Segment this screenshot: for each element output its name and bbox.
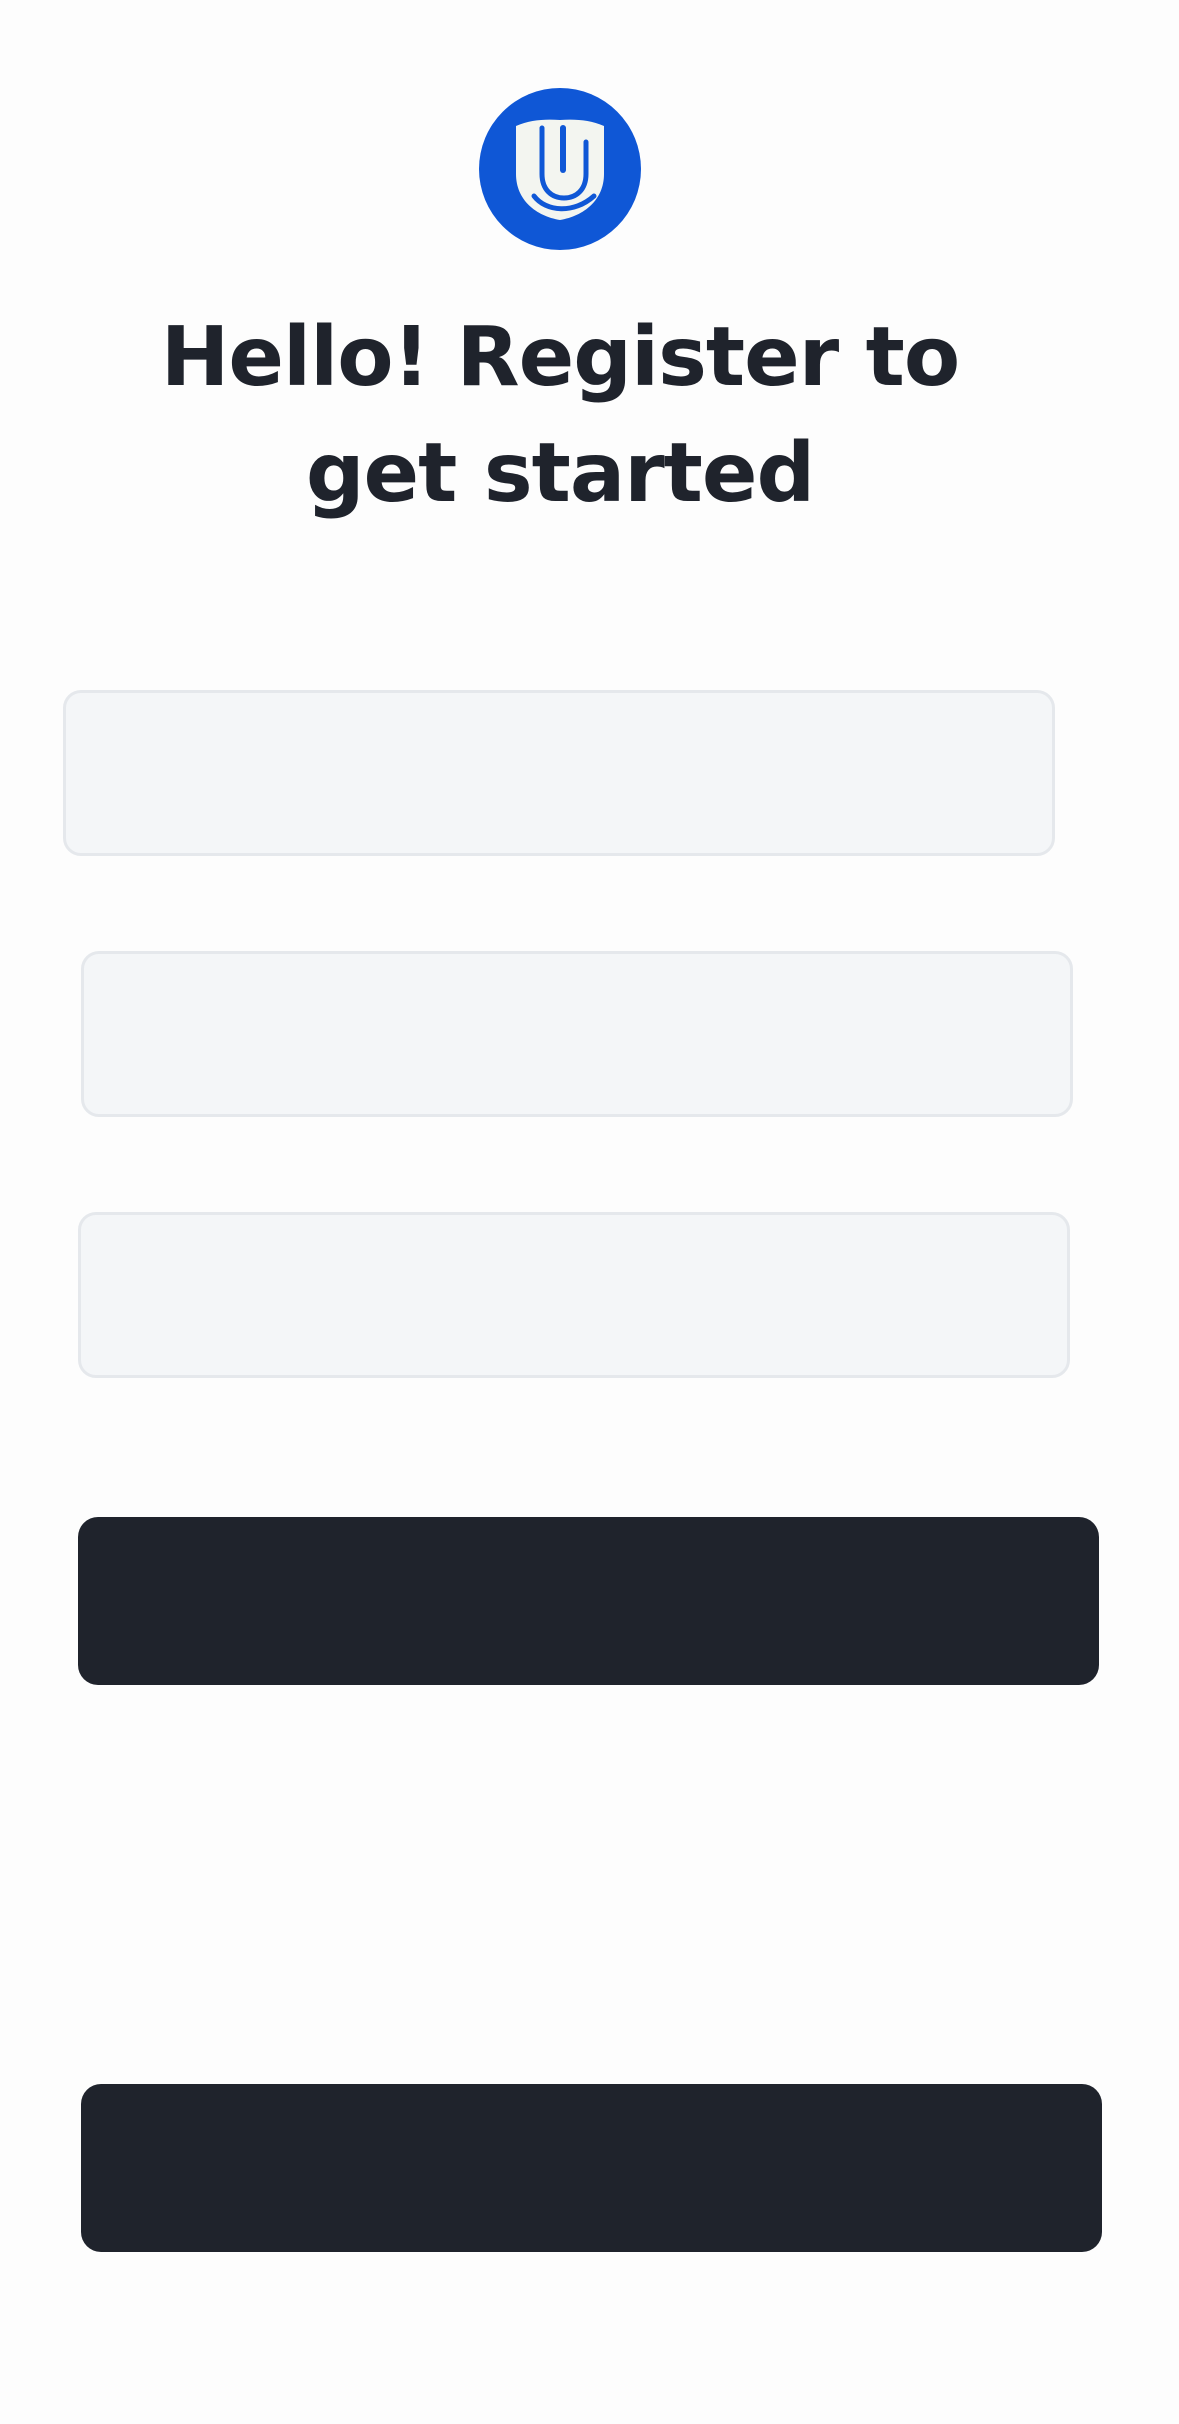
register-button[interactable]	[78, 1517, 1099, 1685]
register-field-2[interactable]	[81, 951, 1073, 1117]
shield-u-icon	[516, 119, 604, 220]
page-title: Hello! Register to get started	[160, 310, 960, 521]
secondary-action-button[interactable]	[81, 2084, 1102, 2252]
app-logo	[479, 88, 641, 250]
register-field-1[interactable]	[63, 690, 1055, 856]
register-field-3[interactable]	[78, 1212, 1070, 1378]
